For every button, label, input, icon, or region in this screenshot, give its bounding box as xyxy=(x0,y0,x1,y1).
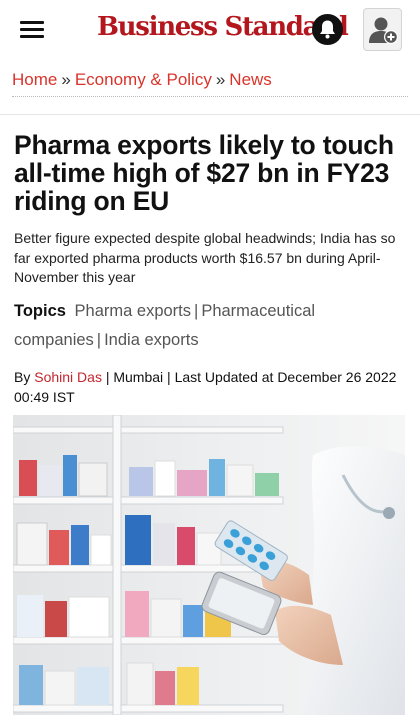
article-title: Pharma exports likely to touch all-time … xyxy=(14,130,394,216)
breadcrumb-divider xyxy=(12,96,408,97)
hamburger-menu-icon[interactable] xyxy=(20,21,44,39)
topic-separator: | xyxy=(194,302,199,320)
breadcrumb-home-link[interactable]: Home xyxy=(12,70,57,89)
topic-link-india-exports[interactable]: India exports xyxy=(104,331,198,349)
topics-label: Topics xyxy=(14,302,66,320)
top-bar: Business Standard xyxy=(0,0,420,60)
hero-image xyxy=(13,415,405,715)
bell-icon[interactable] xyxy=(312,14,343,45)
author-link[interactable]: Sohini Das xyxy=(34,369,102,385)
article-byline: By Sohini Das | Mumbai | Last Updated at… xyxy=(14,369,397,405)
article-summary: Better figure expected despite global he… xyxy=(14,230,396,285)
topics-list: Topics Pharma exports | Pharmaceutical com… xyxy=(14,297,406,355)
site-logo[interactable]: Business Standard xyxy=(97,12,349,42)
breadcrumb-economy-policy-link[interactable]: Economy & Policy xyxy=(75,70,212,89)
add-user-icon[interactable] xyxy=(363,8,402,51)
breadcrumb-separator: » xyxy=(61,70,71,89)
byline-prefix: By xyxy=(14,369,31,385)
breadcrumb: Home» Economy & Policy» News xyxy=(12,70,272,90)
byline-location: Mumbai xyxy=(113,369,164,385)
section-divider xyxy=(0,114,420,115)
breadcrumb-separator: » xyxy=(215,70,226,89)
topic-separator: | xyxy=(96,331,102,349)
topic-link-pharma-exports[interactable]: Pharma exports xyxy=(75,302,191,320)
breadcrumb-news-link[interactable]: News xyxy=(229,70,272,89)
